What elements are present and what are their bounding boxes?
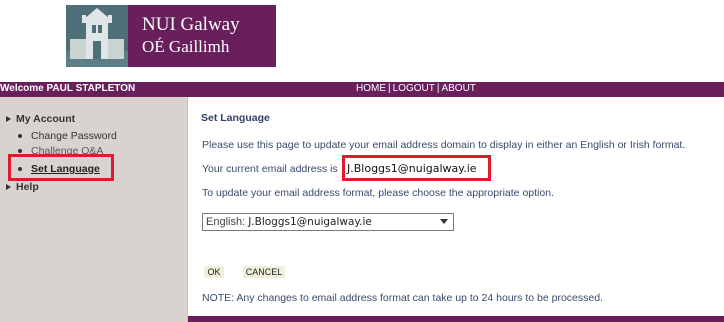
sidebar-section-label: My Account [16,113,76,125]
nav-about-link[interactable]: ABOUT [441,83,475,94]
select-prefix: English: [206,216,246,228]
sidebar-section-my-account[interactable]: My Account [6,113,75,125]
current-email-value: J.Bloggs1@nuigalway.ie [347,162,477,175]
instruction-text: To update your email address format, ple… [202,187,554,199]
bullet-icon [18,134,22,138]
top-navigation: HOME | LOGOUT | ABOUT [356,83,476,94]
bullet-icon [18,167,22,171]
logo-wordmark: NUI Galway OÉ Gaillimh [128,5,276,67]
triangle-right-icon [6,184,11,190]
sidebar-item-label: Set Language [31,163,100,175]
dropdown-caret-icon [440,219,448,224]
logo-line-english: NUI Galway [142,14,240,35]
select-value: J.Bloggs1@nuigalway.ie [248,216,372,228]
sidebar: My Account Change Password Challenge Q&A… [0,97,188,322]
welcome-text: Welcome PAUL STAPLETON [0,83,136,94]
ok-button[interactable]: OK [204,266,224,278]
sidebar-item-label: Change Password [31,130,117,142]
nav-separator: | [388,83,391,94]
nav-home-link[interactable]: HOME [356,83,386,94]
current-email-label: Your current email address is [202,163,338,175]
top-bar: Welcome PAUL STAPLETON HOME | LOGOUT | ABOUT [0,82,724,97]
page-title: Set Language [201,112,270,124]
quadrangle-tower-icon [66,5,128,67]
bullet-icon [18,149,22,153]
sidebar-item-set-language[interactable]: Set Language [18,163,100,175]
intro-text: Please use this page to update your emai… [202,139,686,151]
bottom-bar [188,316,724,322]
sidebar-section-help[interactable]: Help [6,181,39,193]
header: NUI Galway OÉ Gaillimh [0,0,724,82]
triangle-right-icon [6,116,11,122]
email-format-select[interactable]: English: J.Bloggs1@nuigalway.ie [202,213,454,231]
nui-galway-logo[interactable]: NUI Galway OÉ Gaillimh [66,5,276,67]
sidebar-item-change-password[interactable]: Change Password [18,130,117,142]
logo-line-irish: OÉ Gaillimh [142,37,230,56]
main-content: Set Language Please use this page to upd… [188,97,724,322]
cancel-button[interactable]: CANCEL [243,266,285,278]
note-text: NOTE: Any changes to email address forma… [202,292,603,304]
nav-logout-link[interactable]: LOGOUT [393,83,435,94]
sidebar-section-label: Help [16,181,39,193]
